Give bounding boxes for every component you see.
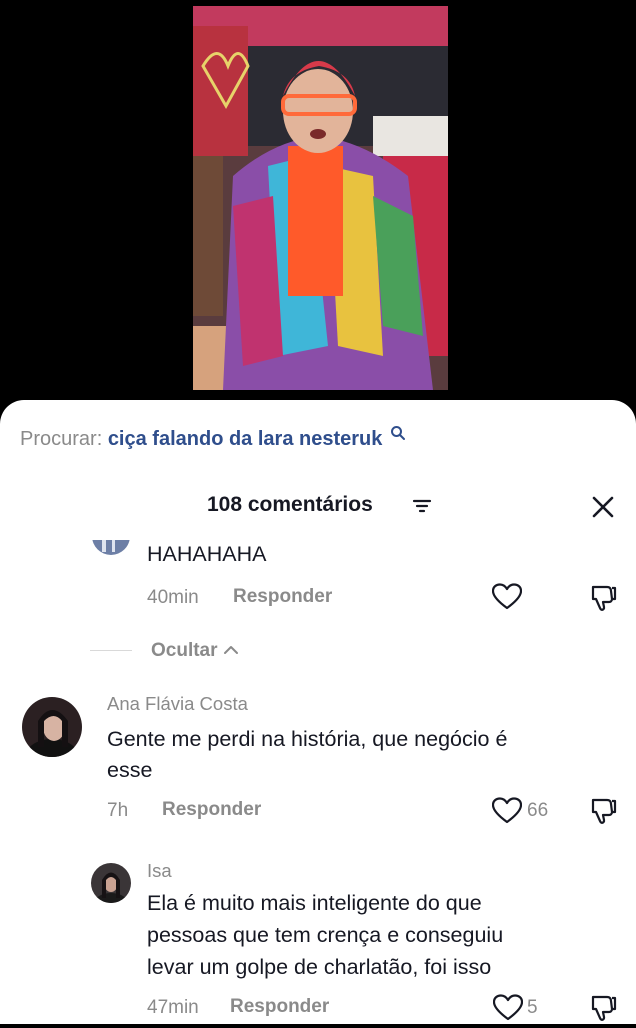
comment-author[interactable]: Isa bbox=[147, 860, 172, 882]
comment-text-line: pessoas que tem crença e conseguiu bbox=[147, 923, 504, 947]
avatar[interactable] bbox=[92, 540, 130, 556]
hide-replies-button[interactable]: Ocultar bbox=[151, 640, 239, 662]
reply-button[interactable]: Responder bbox=[230, 996, 329, 1018]
search-query-link[interactable]: ciça falando da lara nesteruk bbox=[108, 428, 383, 450]
thumbs-down-icon[interactable] bbox=[589, 796, 619, 831]
avatar[interactable] bbox=[91, 863, 131, 903]
comment-text-line: esse bbox=[107, 758, 153, 782]
reply-button[interactable]: Responder bbox=[233, 586, 332, 608]
comment-text-line: Gente me perdi na história, que negócio … bbox=[107, 727, 508, 751]
heart-icon[interactable] bbox=[491, 797, 523, 830]
thumbs-down-icon[interactable] bbox=[589, 993, 619, 1028]
video-thumbnail[interactable] bbox=[193, 6, 448, 390]
divider bbox=[90, 650, 132, 651]
like-count: 66 bbox=[527, 800, 549, 821]
sort-icon[interactable] bbox=[412, 498, 432, 519]
heart-icon[interactable] bbox=[491, 583, 523, 616]
video-area[interactable] bbox=[0, 0, 636, 420]
reply-button[interactable]: Responder bbox=[162, 799, 261, 821]
comment-text: HAHAHAHA bbox=[147, 542, 267, 566]
heart-icon[interactable] bbox=[492, 994, 524, 1027]
comment-text-line: Ela é muito mais inteligente do que bbox=[147, 891, 482, 915]
comments-count: 108 comentários bbox=[207, 493, 373, 516]
close-icon[interactable] bbox=[590, 494, 616, 525]
avatar[interactable] bbox=[22, 697, 82, 757]
search-icon[interactable] bbox=[390, 424, 406, 447]
comment-time: 40min bbox=[147, 587, 199, 608]
comment-author[interactable]: Ana Flávia Costa bbox=[107, 693, 248, 715]
search-suggestion[interactable]: Procurar: ciça falando da lara nesteruk bbox=[20, 426, 406, 451]
like-count: 5 bbox=[527, 997, 538, 1018]
comment-time: 47min bbox=[147, 997, 199, 1018]
thumbs-down-icon[interactable] bbox=[589, 583, 619, 618]
hide-replies-label: Ocultar bbox=[151, 640, 218, 661]
chevron-up-icon bbox=[223, 640, 239, 661]
comment-time: 7h bbox=[107, 800, 129, 821]
comment-text-line: levar um golpe de charlatão, foi isso bbox=[147, 955, 492, 979]
search-label: Procurar: bbox=[20, 428, 103, 450]
